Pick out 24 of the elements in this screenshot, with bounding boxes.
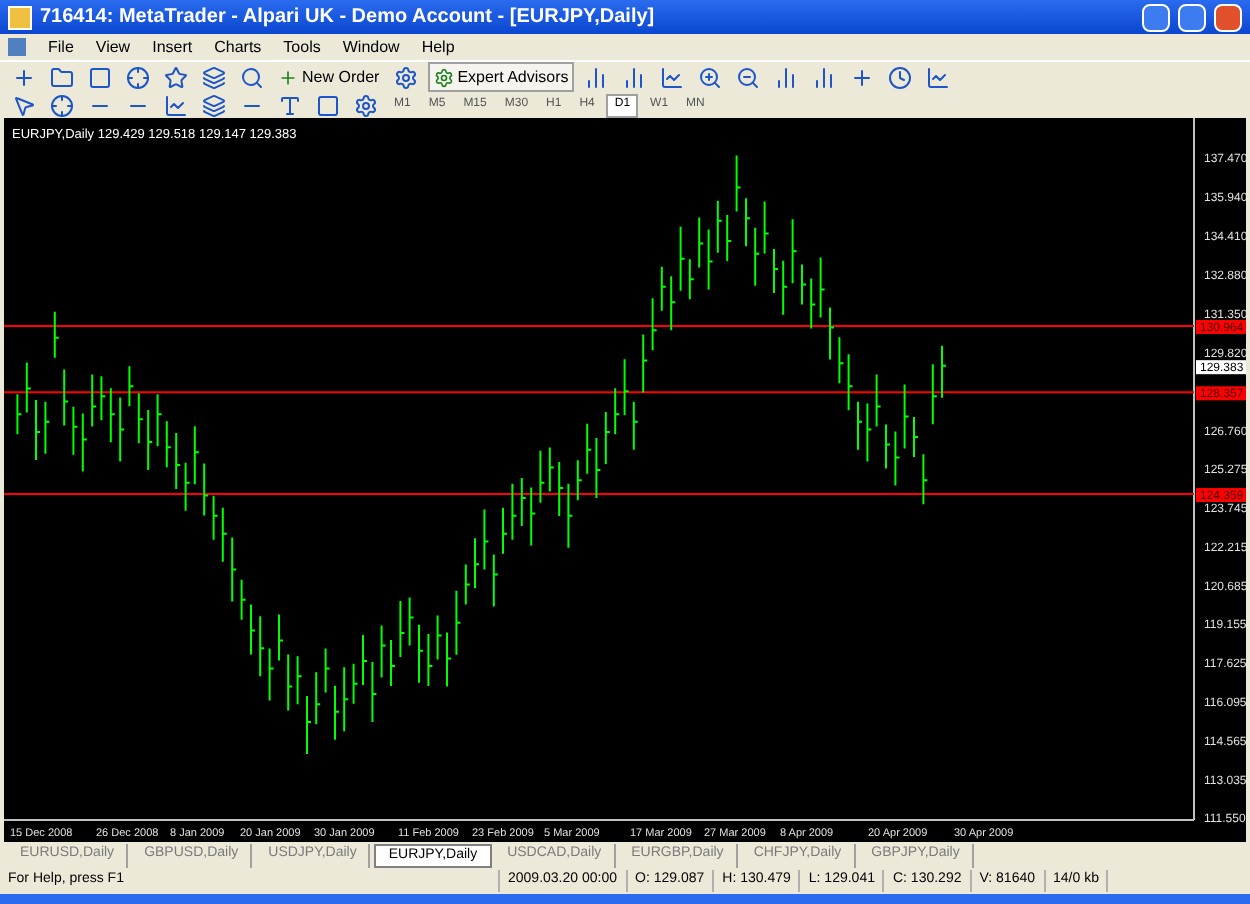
app-icon <box>8 5 32 30</box>
minimize-button[interactable] <box>1142 3 1170 32</box>
plus-icon <box>278 67 298 87</box>
window-title: 716414: MetaTrader - Alpari UK - Demo Account - [EURJPY,Daily] <box>40 4 657 33</box>
menu-item[interactable]: View <box>95 35 131 60</box>
layers-icon[interactable] <box>198 62 230 92</box>
folder-icon[interactable] <box>46 62 78 92</box>
new-order-button[interactable]: New Order <box>274 62 384 92</box>
menu-item[interactable]: Insert <box>152 35 193 60</box>
menu-item[interactable]: Tools <box>283 35 321 60</box>
menu-item[interactable]: File <box>48 35 74 60</box>
clock-icon[interactable] <box>884 62 917 92</box>
crosshair-icon[interactable] <box>46 90 78 121</box>
expert-advisors-button[interactable]: Expert Advisors <box>427 62 575 92</box>
star-icon[interactable] <box>160 62 192 92</box>
menu-item[interactable]: Help <box>421 35 455 60</box>
square-icon[interactable] <box>84 62 116 92</box>
close-button[interactable] <box>1214 3 1242 32</box>
document-icon <box>8 38 26 57</box>
search-icon[interactable] <box>236 62 268 92</box>
menu-item[interactable]: Charts <box>214 35 262 60</box>
menu-item[interactable]: Window <box>342 35 400 60</box>
maximize-button[interactable] <box>1178 3 1206 32</box>
gear-icon <box>433 67 454 87</box>
